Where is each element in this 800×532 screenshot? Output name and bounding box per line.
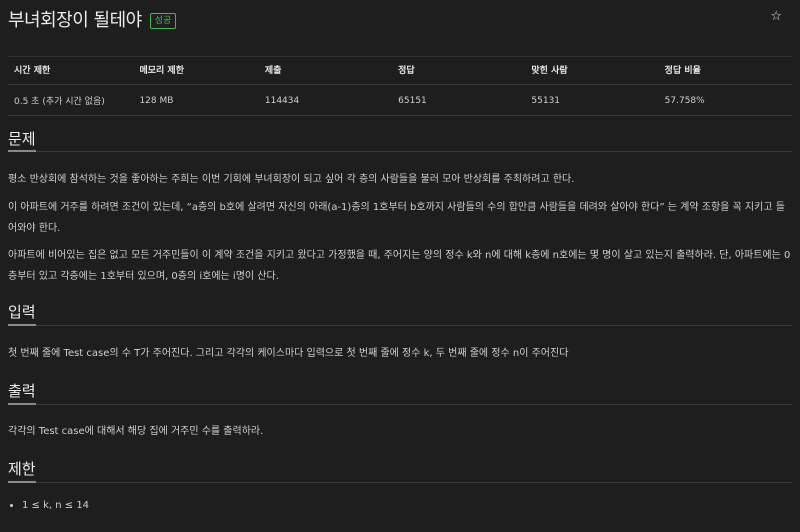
divider xyxy=(8,482,792,483)
header-accept-ratio: 정답 비율 xyxy=(658,56,792,85)
section-title-input: 입력 xyxy=(8,303,36,321)
description-paragraph-3: 아파트에 비어있는 집은 없고 모든 거주민들이 이 계약 조건을 지키고 왔다… xyxy=(8,250,791,282)
header-time-limit: 시간 제한 xyxy=(8,56,134,85)
problem-title: 부녀회장이 될테야 xyxy=(8,10,142,31)
header-submissions: 제출 xyxy=(258,56,393,85)
header-accepted: 정답 xyxy=(392,56,526,85)
solved-users-value: 55131 xyxy=(525,84,659,116)
title-row: 부녀회장이 될테야 성공 xyxy=(8,6,177,32)
problem-info-table: 시간 제한 메모리 제한 제출 정답 맞힌 사람 정답 비율 0.5 초 (추가… xyxy=(8,56,792,116)
accepted-value: 65151 xyxy=(392,84,526,116)
submissions-value: 114434 xyxy=(258,84,393,116)
limits-list: 1 ≤ k, n ≤ 14 xyxy=(8,500,89,511)
section-accent xyxy=(8,324,36,326)
input-text: 첫 번째 줄에 Test case의 수 T가 주어진다. 그리고 각각의 케이… xyxy=(8,348,569,359)
output-text: 각각의 Test case에 대해서 해당 집에 거주민 수를 출력하라. xyxy=(8,426,264,437)
section-title-limits: 제한 xyxy=(8,460,36,478)
memory-limit-value: 128 MB xyxy=(133,84,259,116)
description-paragraph-2: 이 아파트에 거주를 하려면 조건이 있는데, “a층의 b호에 살려면 자신의… xyxy=(8,202,785,234)
divider xyxy=(8,404,792,405)
section-accent xyxy=(8,481,36,483)
section-accent xyxy=(8,150,36,152)
section-title-output: 출력 xyxy=(8,382,36,400)
divider xyxy=(8,325,792,326)
list-item: 1 ≤ k, n ≤ 14 xyxy=(22,500,89,511)
status-badge: 성공 xyxy=(149,12,177,29)
star-icon[interactable]: ☆ xyxy=(770,9,782,24)
accept-ratio-value: 57.758% xyxy=(658,84,792,116)
problem-page: 부녀회장이 될테야 성공 ☆ 시간 제한 메모리 제한 제출 정답 맞힌 사람 … xyxy=(0,0,800,532)
section-title-description: 문제 xyxy=(8,130,36,148)
section-accent xyxy=(8,403,36,405)
description-paragraph-1: 평소 반상회에 참석하는 것을 좋아하는 주희는 이번 기회에 부녀회장이 되고… xyxy=(8,174,575,185)
table-row: 0.5 초 (추가 시간 없음) 128 MB 114434 65151 551… xyxy=(8,84,792,116)
time-limit-value: 0.5 초 (추가 시간 없음) xyxy=(8,84,134,116)
table-header-row: 시간 제한 메모리 제한 제출 정답 맞힌 사람 정답 비율 xyxy=(8,56,792,85)
header-memory-limit: 메모리 제한 xyxy=(133,56,259,85)
header-solved-users: 맞힌 사람 xyxy=(525,56,659,85)
divider xyxy=(8,151,792,152)
